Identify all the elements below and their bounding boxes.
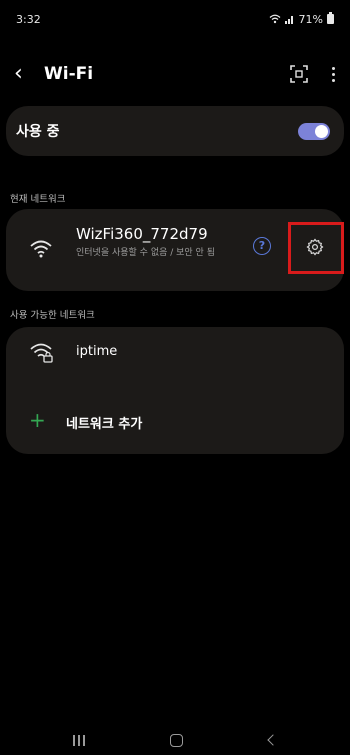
back-icon[interactable]	[267, 734, 279, 746]
page-title: Wi-Fi	[44, 64, 94, 84]
network-name-iptime: iptime	[76, 344, 118, 359]
battery-icon	[327, 12, 334, 24]
settings-highlight-box	[288, 222, 344, 274]
navigation-bar	[0, 725, 350, 755]
wifi-toggle-row[interactable]: 사용 중	[6, 106, 344, 156]
wifi-status-icon	[269, 14, 280, 24]
wifi-toggle-label: 사용 중	[16, 124, 60, 140]
recent-apps-icon[interactable]	[72, 734, 85, 746]
status-icons: 71%	[269, 12, 334, 26]
add-network-row[interactable]	[6, 396, 344, 444]
wifi-lock-icon	[30, 343, 53, 363]
home-icon[interactable]	[170, 733, 184, 747]
qr-scan-icon[interactable]	[290, 65, 308, 83]
more-vert-icon[interactable]	[330, 66, 336, 82]
plus-icon: +	[29, 408, 46, 432]
chevron-left-icon[interactable]: ‹	[14, 63, 40, 85]
available-networks-section-label: 사용 가능한 네트워크	[10, 310, 95, 321]
network-item-iptime[interactable]	[6, 330, 344, 380]
current-network-section-label: 현재 네트워크	[10, 194, 66, 205]
cell-signal-icon	[284, 16, 293, 24]
wifi-switch[interactable]	[298, 122, 330, 140]
title-actions	[290, 65, 336, 83]
status-time: 3:32	[16, 12, 41, 26]
battery-percent: 71%	[298, 12, 323, 26]
help-circle-icon[interactable]: ?	[253, 237, 271, 255]
current-network-status: 인터넷을 사용할 수 없음 / 보안 안 됨	[76, 248, 215, 258]
switch-knob	[315, 124, 328, 138]
current-network-name: WizFi360_772d79	[76, 225, 208, 243]
title-bar: ‹ Wi-Fi	[0, 58, 350, 90]
add-network-label: 네트워크 추가	[66, 417, 143, 432]
wifi-icon	[30, 240, 52, 258]
status-bar: 3:32 71%	[0, 0, 350, 38]
